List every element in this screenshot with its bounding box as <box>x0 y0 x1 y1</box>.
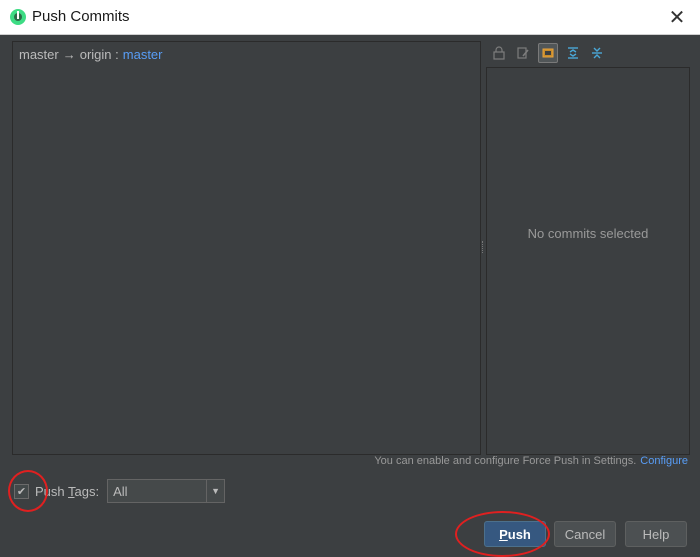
close-button[interactable]: ✕ <box>662 3 692 31</box>
collapse-all-button[interactable] <box>588 44 606 62</box>
lock-button[interactable] <box>490 44 508 62</box>
push-tags-select[interactable]: All ▼ <box>107 479 226 503</box>
push-tags-select-value: All <box>113 483 128 499</box>
lock-icon <box>493 46 505 60</box>
collapse-all-icon <box>592 47 602 59</box>
expand-all-icon <box>568 47 578 59</box>
title-bar: Push Commits ✕ <box>0 0 700 35</box>
push-dialog: master → origin : master No commits sele… <box>0 35 700 557</box>
remote-name: origin : <box>79 47 119 62</box>
close-icon: ✕ <box>668 6 686 29</box>
show-details-icon <box>542 48 554 58</box>
push-button[interactable]: Push <box>484 521 546 547</box>
help-button[interactable]: Help <box>625 521 687 547</box>
force-push-hint: You can enable and configure Force Push … <box>374 455 688 467</box>
show-details-button[interactable] <box>538 43 558 63</box>
arrow-icon: → <box>62 47 76 62</box>
android-studio-icon <box>10 9 26 25</box>
local-branch: master <box>19 47 59 62</box>
edit-icon <box>517 47 529 59</box>
expand-all-button[interactable] <box>564 44 582 62</box>
details-toolbar <box>488 41 690 65</box>
branch-row[interactable]: master → origin : master <box>19 47 163 62</box>
dropdown-arrow-icon[interactable]: ▼ <box>206 480 224 502</box>
push-tags-row: ✔ Push Tags: All ▼ <box>14 479 226 503</box>
remote-branch-link[interactable]: master <box>123 47 163 62</box>
force-push-text: You can enable and configure Force Push … <box>374 455 637 467</box>
commit-details-panel: No commits selected <box>486 67 690 455</box>
configure-link[interactable]: Configure <box>640 455 688 467</box>
window-title: Push Commits <box>32 8 130 25</box>
commits-tree[interactable]: master → origin : master <box>12 41 481 455</box>
edit-button[interactable] <box>514 44 532 62</box>
checkmark-icon: ✔ <box>16 485 27 498</box>
cancel-button[interactable]: Cancel <box>554 521 616 547</box>
no-commits-message: No commits selected <box>527 226 649 241</box>
push-tags-checkbox[interactable]: ✔ <box>14 483 29 499</box>
push-tags-label[interactable]: Push Tags: <box>35 484 99 499</box>
